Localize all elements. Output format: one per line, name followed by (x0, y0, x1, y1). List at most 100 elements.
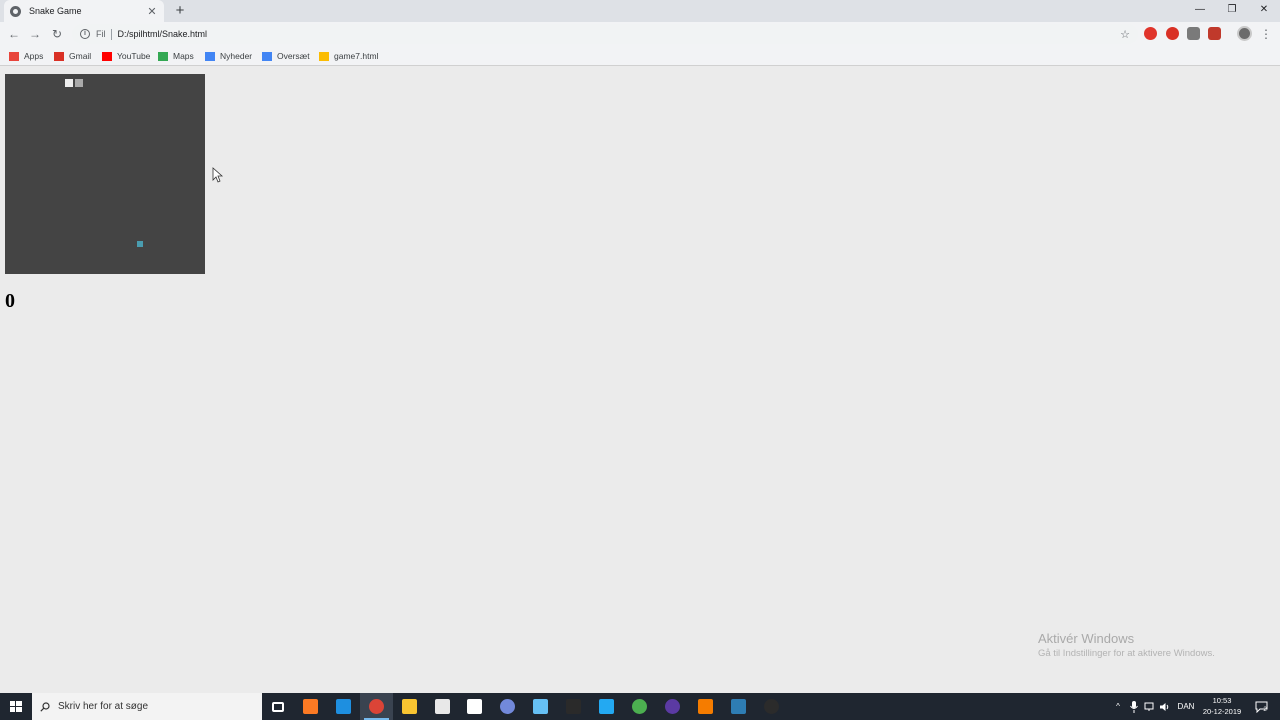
search-icon (40, 701, 50, 712)
taskbar: Skriv her for at søge ^ DAN 10:53 20-12-… (0, 693, 1280, 720)
vscode-taskbar-button[interactable] (590, 693, 623, 720)
chrome-icon (368, 699, 384, 714)
store-icon (434, 699, 450, 714)
discord-icon (500, 699, 516, 714)
bookmark-game7-html[interactable]: game7.html (319, 49, 378, 63)
bookmark-label: Nyheder (220, 51, 253, 61)
forward-button[interactable]: → (26, 25, 44, 43)
bookmark-apps[interactable]: Apps (9, 49, 43, 63)
xampp-taskbar-button[interactable] (294, 693, 327, 720)
app-orange-icon (697, 699, 713, 714)
app-orange-taskbar-button[interactable] (689, 693, 722, 720)
tray-chevron-icon[interactable]: ^ (1111, 693, 1125, 720)
bookmarks-bar: Apps Gmail YouTube Maps Nyheder Oversæt game7.… (0, 46, 1280, 66)
mail-taskbar-button[interactable] (458, 693, 491, 720)
menu-icon[interactable]: ⋮ (1260, 25, 1272, 43)
microphone-icon[interactable] (1127, 693, 1141, 720)
app-purple-taskbar-button[interactable] (656, 693, 689, 720)
edge-taskbar-button[interactable] (327, 693, 360, 720)
app-circle-taskbar-button[interactable] (755, 693, 788, 720)
back-button[interactable]: ← (5, 25, 23, 43)
language-indicator[interactable]: DAN (1174, 693, 1198, 720)
app-green-taskbar-button[interactable] (623, 693, 656, 720)
discord-taskbar-button[interactable] (491, 693, 524, 720)
bookmark-label: YouTube (117, 51, 151, 61)
profile-avatar[interactable] (1237, 26, 1252, 41)
bookmark-favicon-icon (9, 51, 19, 61)
edge-icon (335, 699, 351, 714)
file-explorer-taskbar-button[interactable] (393, 693, 426, 720)
url-text[interactable]: D:/spilhtml/Snake.html (118, 29, 1121, 39)
app-green-icon (631, 699, 647, 714)
bookmark-favicon-icon (205, 51, 215, 61)
score: 0 (5, 290, 15, 312)
snake-game-board[interactable] (5, 74, 205, 274)
mail-icon (467, 699, 483, 714)
epic-games-taskbar-button[interactable] (557, 693, 590, 720)
task-view-taskbar-button[interactable] (261, 693, 294, 720)
bookmark-maps[interactable]: Maps (158, 49, 194, 63)
omnibox-divider (110, 28, 112, 40)
bookmark-nyheder[interactable]: Nyheder (205, 49, 252, 63)
app-v-icon (730, 699, 746, 714)
chrome-taskbar-button[interactable] (359, 693, 393, 720)
bookmark-label: Oversæt (277, 51, 310, 61)
extension-pdf-icon[interactable] (1208, 27, 1221, 40)
close-window-button[interactable]: ✕ (1248, 0, 1280, 22)
browser-toolbar: ← → ↻ i Fil D:/spilhtml/Snake.html ☆ ⋮ (0, 22, 1280, 46)
bookmark-label: Gmail (69, 51, 92, 61)
network-icon[interactable] (1143, 693, 1157, 720)
bookmark-youtube[interactable]: YouTube (102, 49, 150, 63)
notifications-icon[interactable]: 2 (1250, 693, 1272, 720)
window-controls: — ❐ ✕ (1184, 0, 1280, 22)
adblock-icon[interactable] (1144, 27, 1157, 40)
activate-windows-subtitle: Gå til Indstillinger for at aktivere Win… (1038, 648, 1215, 659)
steam-icon (533, 699, 549, 714)
store-taskbar-button[interactable] (426, 693, 459, 720)
bookmark-favicon-icon (262, 51, 272, 61)
bookmark-label: Apps (24, 51, 44, 61)
bookmark-gmail[interactable]: Gmail (54, 49, 91, 63)
tab-title: Snake Game (29, 6, 82, 16)
info-icon[interactable]: i (80, 29, 90, 39)
app-purple-icon (664, 699, 680, 714)
taskbar-search[interactable]: Skriv her for at søge (32, 693, 262, 720)
epic-games-icon (566, 699, 582, 714)
bookmark-oversæt[interactable]: Oversæt (262, 49, 310, 63)
extension-red-icon[interactable] (1166, 27, 1179, 40)
clock-time: 10:53 (1212, 696, 1232, 705)
bookmark-favicon-icon (54, 51, 64, 61)
snake-segment (75, 79, 83, 87)
bookmark-favicon-icon (158, 51, 168, 61)
url-scheme: Fil (96, 29, 106, 39)
notification-count: 2 (1263, 706, 1267, 713)
volume-icon[interactable] (1158, 693, 1172, 720)
clock-date: 20-12-2019 (1202, 707, 1242, 716)
new-tab-button[interactable]: + (172, 2, 188, 20)
xampp-icon (302, 699, 318, 714)
maximize-button[interactable]: ❐ (1216, 0, 1248, 22)
minimize-button[interactable]: — (1184, 0, 1216, 22)
extension-gray-icon[interactable] (1187, 27, 1200, 40)
app-v-taskbar-button[interactable] (722, 693, 755, 720)
address-bar[interactable]: i Fil D:/spilhtml/Snake.html ☆ (72, 24, 1138, 44)
app-circle-icon (763, 699, 779, 714)
reload-button[interactable]: ↻ (48, 25, 66, 43)
taskbar-clock[interactable]: 10:53 20-12-2019 (1200, 695, 1244, 717)
snake-food (137, 241, 143, 247)
snake-head (65, 79, 73, 87)
start-button[interactable] (0, 693, 32, 720)
tab-close-icon[interactable]: ✕ (146, 5, 158, 18)
task-view-icon (271, 701, 284, 712)
file-explorer-icon (401, 699, 417, 714)
globe-icon (10, 5, 21, 17)
steam-taskbar-button[interactable] (524, 693, 557, 720)
bookmark-star-icon[interactable]: ☆ (1120, 28, 1130, 41)
bookmark-favicon-icon (319, 51, 329, 61)
tab-snake-game[interactable]: Snake Game ✕ (4, 0, 164, 22)
search-placeholder: Skriv her for at søge (58, 701, 149, 712)
mouse-cursor-icon (212, 167, 224, 183)
windows-logo-icon (10, 701, 22, 712)
vscode-icon (599, 699, 614, 714)
bookmark-label: Maps (173, 51, 194, 61)
